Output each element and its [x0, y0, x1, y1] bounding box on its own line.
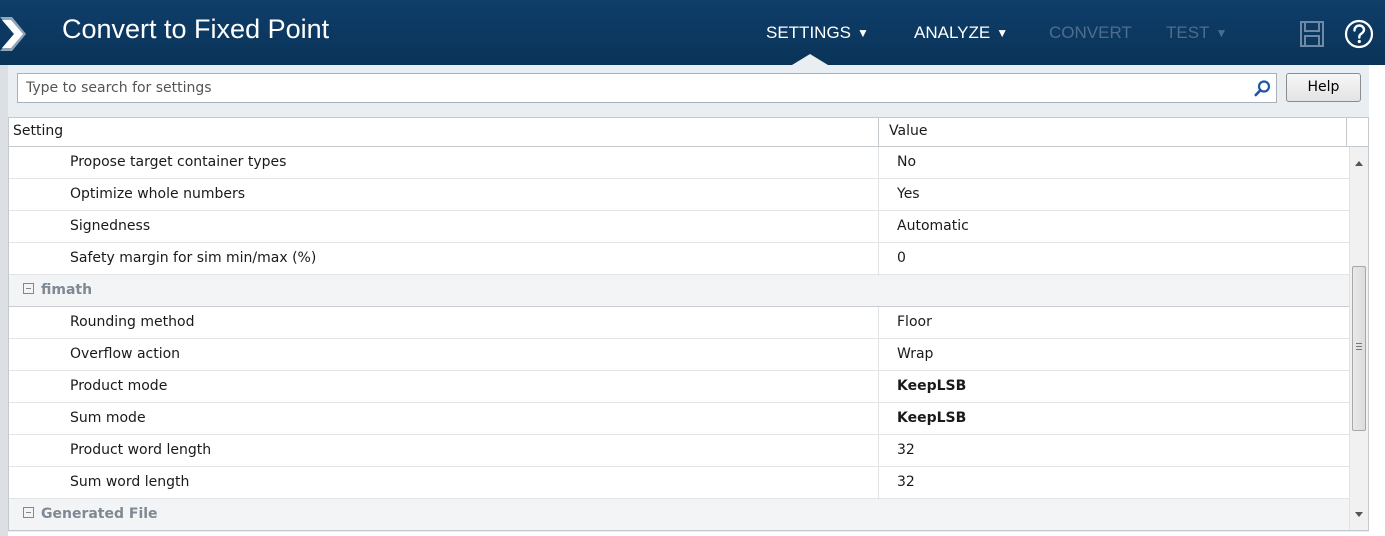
table-row[interactable]: Rounding method Floor: [9, 307, 1349, 339]
search-icon[interactable]: [1254, 80, 1271, 97]
group-label: fimath: [41, 282, 93, 298]
setting-name: Overflow action: [9, 339, 879, 370]
help-circle-icon[interactable]: [1344, 19, 1374, 49]
setting-name: Product mode: [9, 371, 879, 402]
app-title: Convert to Fixed Point: [62, 14, 330, 44]
caret-down-icon: ▼: [1215, 26, 1228, 40]
menu-convert[interactable]: CONVERT: [1049, 23, 1132, 43]
settings-table: Setting Value Propose target container t…: [8, 117, 1369, 531]
menu-active-pointer: [792, 54, 828, 65]
menu-test-label: TEST: [1166, 23, 1210, 42]
table-row[interactable]: Sum mode KeepLSB: [9, 403, 1349, 435]
setting-name: Sum word length: [9, 467, 879, 498]
group-row-fimath[interactable]: fimath: [9, 275, 1349, 307]
scroll-thumb[interactable]: [1352, 266, 1366, 431]
caret-down-icon: ▼: [857, 26, 869, 40]
table-row[interactable]: Safety margin for sim min/max (%) 0: [9, 243, 1349, 275]
menu-analyze-label: ANALYZE: [914, 23, 991, 42]
setting-name: Sum mode: [9, 403, 879, 434]
app-toolbar: Convert to Fixed Point SETTINGS ▼ ANALYZE…: [0, 0, 1385, 65]
menu-test[interactable]: TEST ▼: [1166, 23, 1227, 43]
chevron-right-icon[interactable]: [0, 17, 30, 51]
setting-value[interactable]: KeepLSB: [879, 371, 966, 402]
setting-name: Optimize whole numbers: [9, 179, 879, 210]
grip-line: [1356, 343, 1362, 344]
column-header-setting[interactable]: Setting: [9, 118, 879, 146]
table-row[interactable]: Overflow action Wrap: [9, 339, 1349, 371]
setting-value[interactable]: No: [879, 147, 916, 178]
table-row[interactable]: Sum word length 32: [9, 467, 1349, 499]
search-box[interactable]: [17, 73, 1277, 103]
group-header: fimath: [9, 275, 1349, 306]
collapse-icon[interactable]: [23, 507, 34, 518]
setting-value[interactable]: 0: [879, 243, 906, 274]
menu-analyze[interactable]: ANALYZE ▼: [914, 23, 1008, 43]
caret-down-icon: ▼: [996, 26, 1009, 40]
table-header: Setting Value: [9, 118, 1368, 147]
search-input[interactable]: [26, 78, 1226, 98]
setting-value[interactable]: Floor: [879, 307, 932, 338]
setting-value[interactable]: 32: [879, 435, 915, 466]
save-icon[interactable]: [1300, 21, 1324, 47]
grip-line: [1356, 346, 1362, 347]
menu-convert-label: CONVERT: [1049, 23, 1132, 42]
scroll-up-arrow-icon[interactable]: [1355, 161, 1363, 166]
side-strip: [0, 65, 8, 536]
collapse-icon[interactable]: [23, 283, 34, 294]
grip-line: [1356, 349, 1362, 350]
menu-settings-label: SETTINGS: [766, 23, 852, 42]
column-header-value[interactable]: Value: [879, 118, 1347, 146]
setting-name: Propose target container types: [9, 147, 879, 178]
setting-value[interactable]: Yes: [879, 179, 920, 210]
setting-name: Signedness: [9, 211, 879, 242]
table-row[interactable]: Optimize whole numbers Yes: [9, 179, 1349, 211]
table-row[interactable]: Product mode KeepLSB: [9, 371, 1349, 403]
group-label: Generated File: [41, 506, 158, 522]
scroll-down-arrow-icon[interactable]: [1355, 512, 1363, 517]
group-row-generated-file[interactable]: Generated File: [9, 499, 1349, 530]
menu-settings[interactable]: SETTINGS ▼: [766, 23, 869, 43]
table-row[interactable]: Propose target container types No: [9, 147, 1349, 179]
setting-value[interactable]: KeepLSB: [879, 403, 966, 434]
setting-name: Rounding method: [9, 307, 879, 338]
setting-value[interactable]: Wrap: [879, 339, 933, 370]
vertical-scrollbar[interactable]: [1349, 147, 1368, 530]
setting-name: Safety margin for sim min/max (%): [9, 243, 879, 274]
setting-value[interactable]: Automatic: [879, 211, 969, 242]
setting-value[interactable]: 32: [879, 467, 915, 498]
help-button[interactable]: Help: [1286, 73, 1361, 102]
table-row[interactable]: Signedness Automatic: [9, 211, 1349, 243]
table-row[interactable]: Product word length 32: [9, 435, 1349, 467]
setting-name: Product word length: [9, 435, 879, 466]
table-rows: Propose target container types No Optimi…: [9, 147, 1349, 530]
group-header: Generated File: [9, 499, 1349, 530]
